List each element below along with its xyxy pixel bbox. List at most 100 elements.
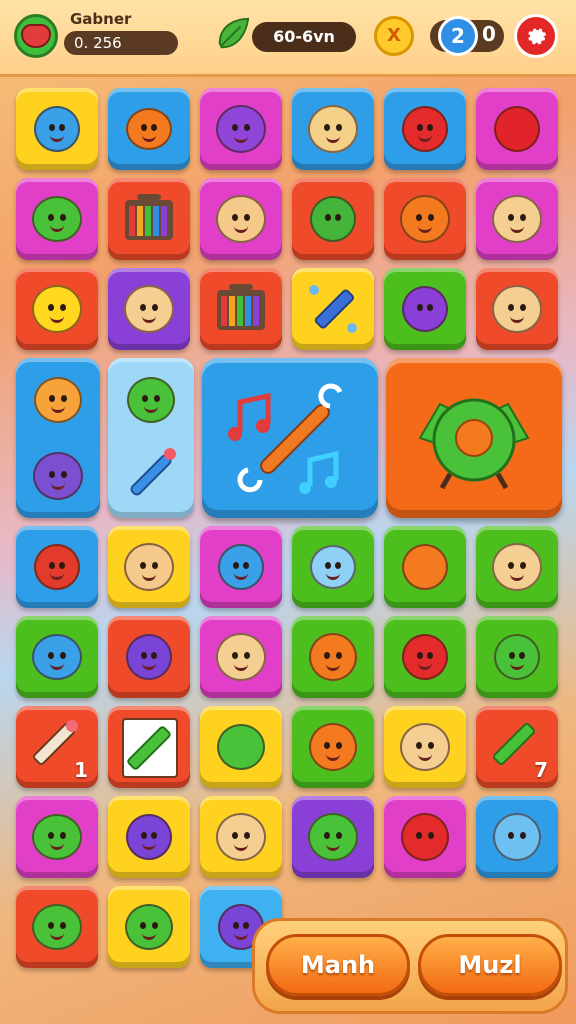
tile-tan-cat[interactable] xyxy=(476,526,558,608)
cat-creature-icon xyxy=(216,105,266,153)
tile-xylophone-cage[interactable] xyxy=(108,178,190,260)
cat-creature-icon xyxy=(216,633,266,681)
music-powerup-tile[interactable] xyxy=(202,358,378,518)
tile-green-ball[interactable] xyxy=(292,796,374,878)
spiky-creature-icon xyxy=(34,106,80,152)
tile-green-ball[interactable] xyxy=(108,886,190,968)
tile-red-tomato[interactable] xyxy=(384,616,466,698)
ball-creature-icon xyxy=(308,813,358,861)
cat-creature-icon xyxy=(32,285,82,333)
count-extra: 0 xyxy=(482,22,496,46)
frog-creature-icon xyxy=(127,377,175,423)
tile-tan-cat[interactable] xyxy=(476,178,558,260)
cat-creature-icon xyxy=(33,452,83,500)
crayon-icon xyxy=(130,448,176,496)
tile-tan-cat[interactable] xyxy=(108,526,190,608)
count-badge: 2 xyxy=(438,16,478,56)
spiky-creature-icon xyxy=(310,196,356,242)
cat-creature-icon xyxy=(308,105,358,153)
spiky-creature-icon xyxy=(126,814,172,860)
tile-green-orb[interactable] xyxy=(200,706,282,788)
ball-creature-icon xyxy=(402,106,448,152)
player-name: Gabner xyxy=(70,10,132,28)
tile-column-frog-crayon[interactable] xyxy=(108,358,194,518)
gear-icon xyxy=(528,28,547,45)
x-coin-button[interactable]: X xyxy=(374,16,414,56)
spiky-creature-icon xyxy=(402,286,448,332)
star-creature-icon xyxy=(34,377,82,423)
cat-creature-icon xyxy=(492,543,542,591)
cherry-creature-icon xyxy=(494,106,540,152)
tile-column-creatures[interactable] xyxy=(16,358,100,518)
tile-blue-spiky[interactable] xyxy=(200,526,282,608)
tile-purple-spiky[interactable] xyxy=(384,268,466,350)
cat-creature-icon xyxy=(124,285,174,333)
tile-tan-cat[interactable] xyxy=(292,88,374,170)
cat-creature-icon xyxy=(400,195,450,243)
sun-creature-icon xyxy=(309,723,357,771)
tile-tan-cat[interactable] xyxy=(200,616,282,698)
green-orb-creature-icon xyxy=(217,724,265,770)
frog-creature-icon xyxy=(32,196,82,242)
cat-creature-icon xyxy=(124,543,174,591)
tile-spiky-blue-heart[interactable] xyxy=(16,88,98,170)
crayon-icon xyxy=(309,285,357,333)
tile-green-pencil-paper[interactable] xyxy=(108,706,190,788)
crab-creature-icon xyxy=(126,108,172,150)
tile-blue-mouse[interactable] xyxy=(292,526,374,608)
green-orb-powerup-tile[interactable] xyxy=(386,358,562,518)
green-orb-creature-icon xyxy=(418,398,530,490)
tile-blue-mouse[interactable] xyxy=(16,616,98,698)
avatar-creature-icon xyxy=(21,24,51,48)
tile-tan-cat[interactable] xyxy=(108,268,190,350)
tile-red-ball[interactable] xyxy=(384,796,466,878)
frog-creature-icon xyxy=(32,904,82,950)
tile-tan-cat[interactable] xyxy=(200,796,282,878)
muzl-button[interactable]: Muzl xyxy=(418,934,562,996)
tile-green-frog[interactable] xyxy=(16,796,98,878)
tile-orange-sun-wink[interactable] xyxy=(292,706,374,788)
mouse-creature-icon xyxy=(32,634,82,680)
tile-green-spiky[interactable] xyxy=(476,616,558,698)
ball-creature-icon xyxy=(125,904,173,950)
green-pencil-icon xyxy=(127,726,171,770)
tile-crayon[interactable] xyxy=(292,268,374,350)
cat-creature-icon xyxy=(216,813,266,861)
tile-orange-ball[interactable] xyxy=(384,526,466,608)
tile-red-spiky[interactable] xyxy=(16,526,98,608)
tile-orange-sun[interactable] xyxy=(292,616,374,698)
tile-green-frog[interactable] xyxy=(16,886,98,968)
tile-pencil-counter[interactable]: 7 xyxy=(476,706,558,788)
settings-button[interactable] xyxy=(514,14,558,58)
tile-red-cherry[interactable] xyxy=(476,88,558,170)
sun-creature-icon xyxy=(309,633,357,681)
tile-xylophone-cage[interactable] xyxy=(200,268,282,350)
tile-tan-cat[interactable] xyxy=(200,178,282,260)
spiky-creature-icon xyxy=(34,544,80,590)
tile-blue-clock[interactable] xyxy=(476,796,558,878)
spiky-creature-icon xyxy=(218,544,264,590)
tile-yellow-cat[interactable] xyxy=(16,268,98,350)
tile-purple-spiky[interactable] xyxy=(108,796,190,878)
manh-button[interactable]: Manh xyxy=(266,934,410,996)
tile-tan-cat[interactable] xyxy=(384,706,466,788)
tile-tan-cat[interactable] xyxy=(476,268,558,350)
tile-red-ball[interactable] xyxy=(384,88,466,170)
tile-orange-cat[interactable] xyxy=(384,178,466,260)
cat-creature-icon xyxy=(492,285,542,333)
pencil-count-badge: 7 xyxy=(534,758,548,782)
xylophone-icon xyxy=(125,194,173,240)
mouse-creature-icon xyxy=(310,545,356,589)
frog-creature-icon xyxy=(32,814,82,860)
pencil-count-badge: 1 xyxy=(74,758,88,782)
tile-green-spiky-heart[interactable] xyxy=(292,178,374,260)
tile-orange-crab[interactable] xyxy=(108,88,190,170)
score-display: 0. 256 xyxy=(64,31,178,55)
cat-creature-icon xyxy=(400,723,450,771)
tile-pencil-counter[interactable]: 1 xyxy=(16,706,98,788)
tile-purple-spiky[interactable] xyxy=(108,616,190,698)
tile-purple-cat[interactable] xyxy=(200,88,282,170)
player-avatar[interactable] xyxy=(14,14,58,58)
xylophone-icon xyxy=(217,284,265,330)
tile-green-frog[interactable] xyxy=(16,178,98,260)
